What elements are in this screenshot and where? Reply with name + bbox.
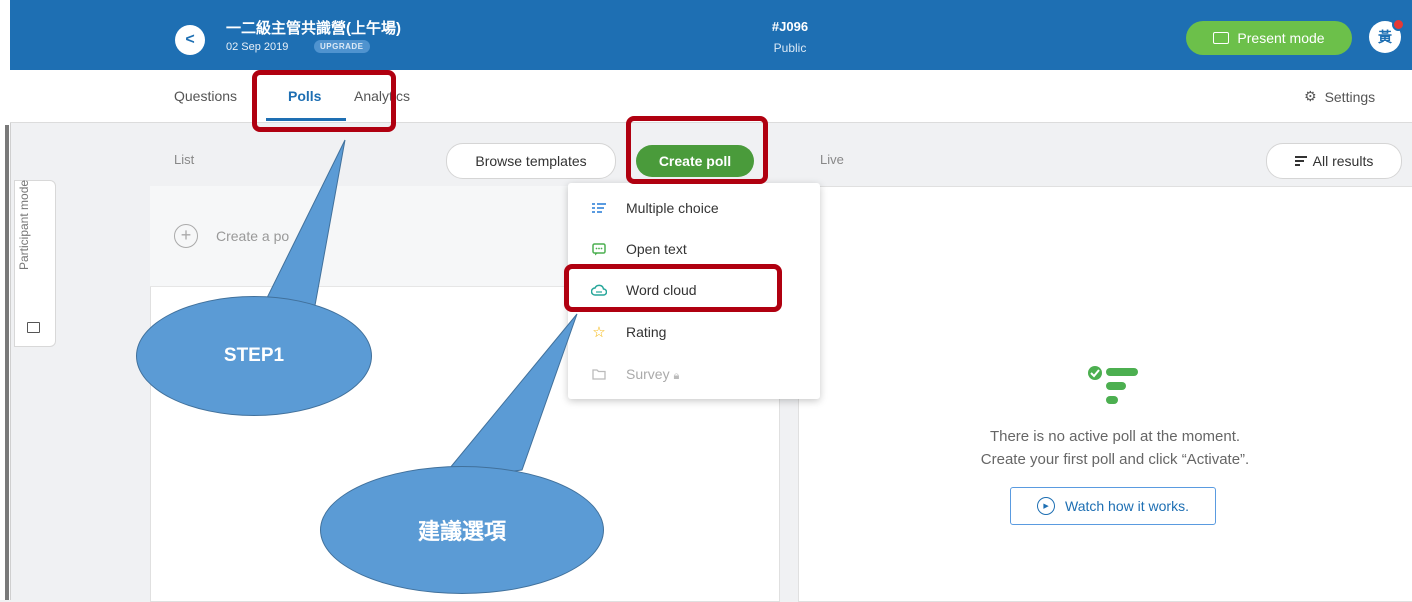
highlight-create-poll — [626, 116, 768, 184]
highlight-word-cloud — [564, 264, 782, 312]
step1-callout: STEP1 — [136, 296, 372, 416]
highlight-polls-tab — [252, 70, 396, 132]
suggested-option-callout: 建議選項 — [320, 466, 604, 594]
